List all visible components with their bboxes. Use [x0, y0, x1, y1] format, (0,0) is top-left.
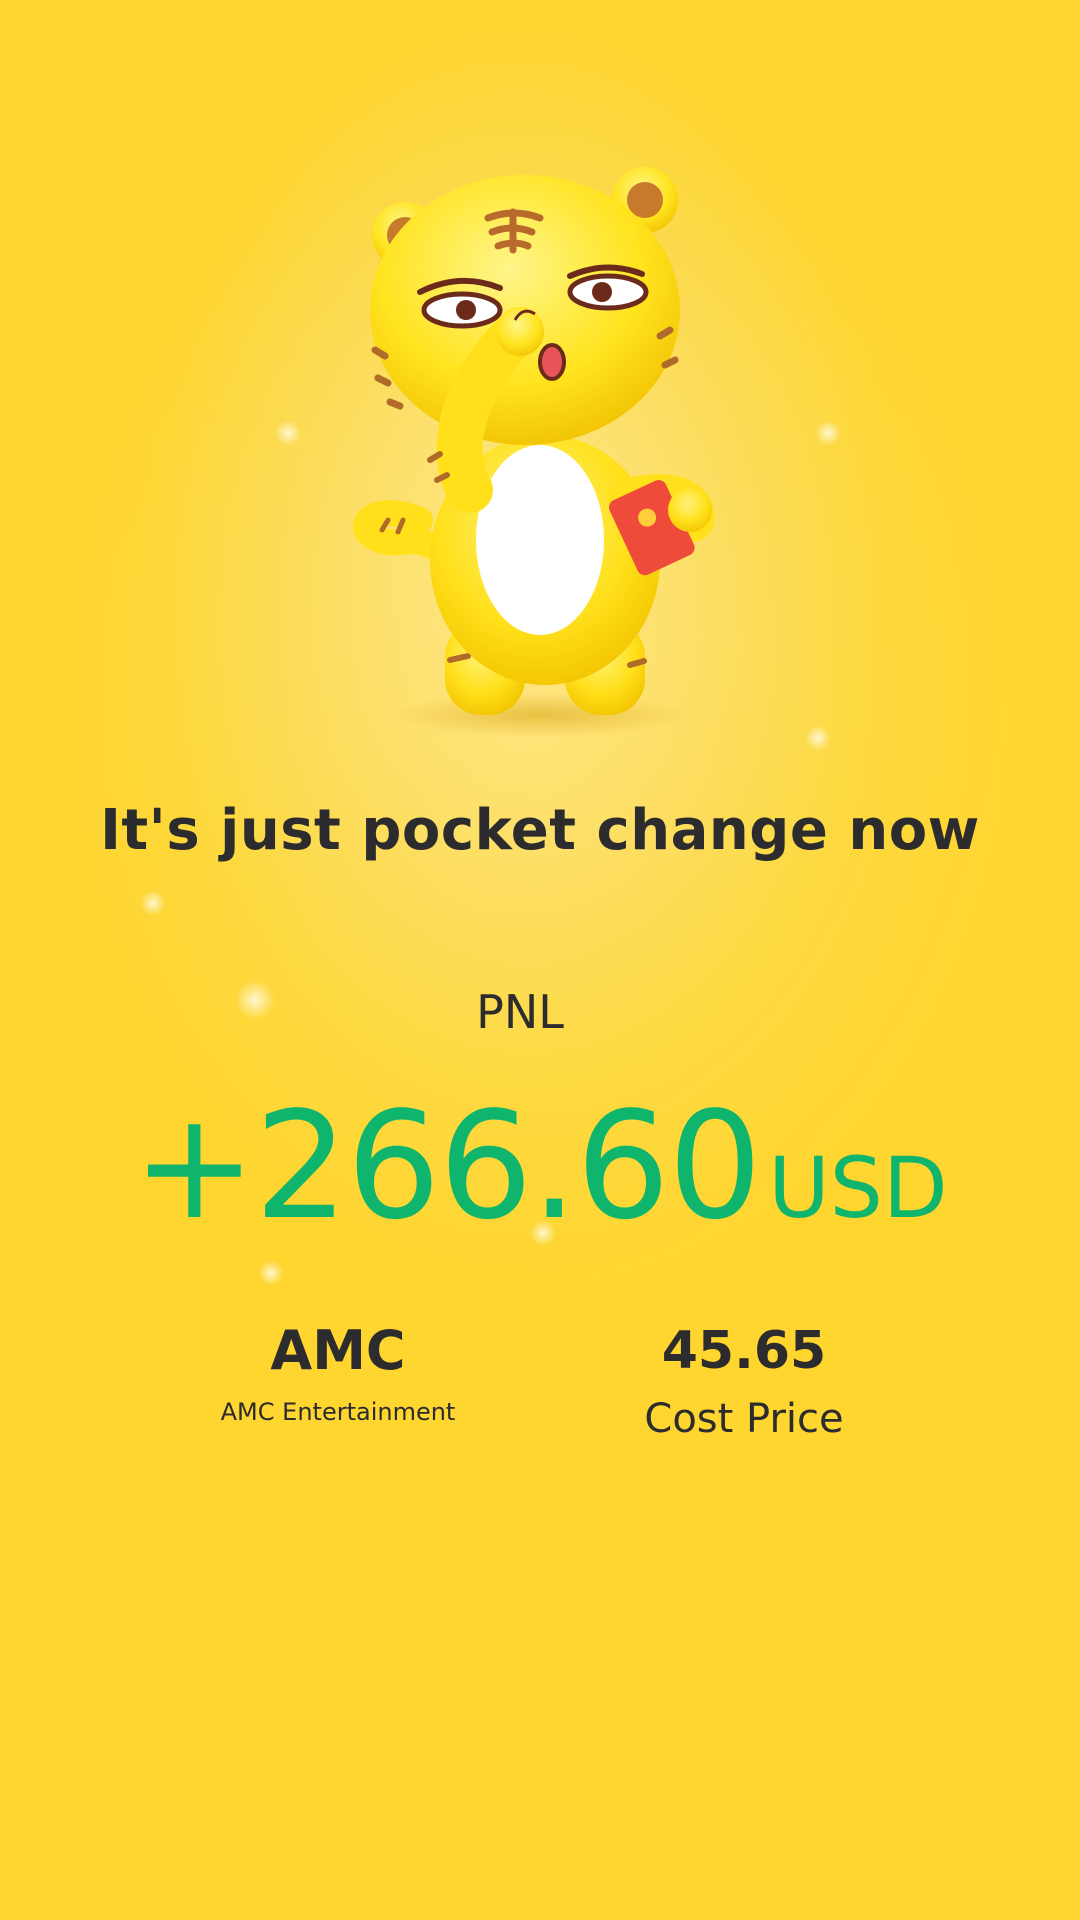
sparkle-decoration	[258, 1260, 284, 1286]
stock-info: AMC AMC Entertainment	[178, 1318, 498, 1426]
stock-ticker: AMC	[270, 1319, 406, 1382]
sparkle-decoration	[275, 420, 301, 446]
sparkle-decoration	[815, 420, 841, 446]
pnl-currency: USD	[768, 1139, 948, 1237]
cost-info: 45.65 Cost Price	[584, 1318, 904, 1442]
sparkle-decoration	[140, 890, 166, 916]
pnl-amount: +266.60	[132, 1080, 762, 1252]
sparkle-decoration	[805, 725, 831, 751]
headline-text: It's just pocket change now	[100, 798, 980, 863]
pnl-value: +266.60USD	[0, 1080, 1080, 1252]
pnl-label: PNL	[476, 985, 564, 1039]
cost-price-value: 45.65	[661, 1321, 827, 1381]
stock-name: AMC Entertainment	[220, 1398, 456, 1426]
tiger-mascot-icon	[340, 160, 740, 740]
cost-price-label: Cost Price	[644, 1396, 844, 1442]
